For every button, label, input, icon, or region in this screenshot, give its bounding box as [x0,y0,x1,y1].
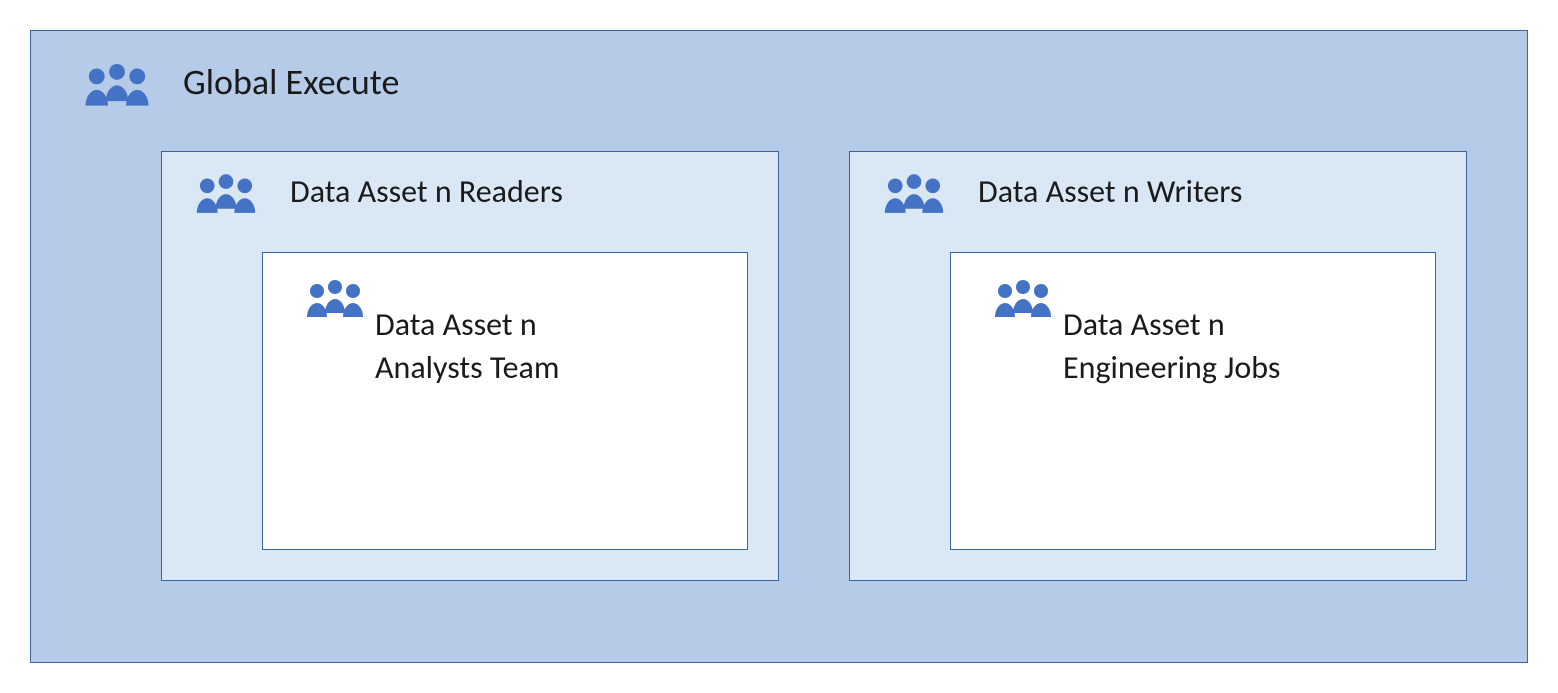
people-icon [303,273,367,319]
people-icon [81,56,153,108]
mid-row: Data Asset n Readers Data Asset n Analys… [161,151,1467,581]
people-icon [192,167,260,215]
readers-header: Data Asset n Readers [192,167,563,215]
readers-group-box: Data Asset n Readers Data Asset n Analys… [161,151,779,581]
writers-group-box: Data Asset n Writers Data Asset n Engine… [849,151,1467,581]
readers-title: Data Asset n Readers [290,172,563,211]
analysts-team-box: Data Asset n Analysts Team [262,252,748,550]
engineering-jobs-box: Data Asset n Engineering Jobs [950,252,1436,550]
engineering-jobs-label: Data Asset n Engineering Jobs [1063,273,1280,389]
outer-header: Global Execute [81,56,399,108]
writers-header: Data Asset n Writers [880,167,1242,215]
outer-group-box: Global Execute Data Asset n Readers Data… [30,30,1528,663]
writers-title: Data Asset n Writers [978,172,1242,211]
people-icon [880,167,948,215]
analysts-team-label: Data Asset n Analysts Team [375,273,559,389]
outer-title: Global Execute [183,60,399,104]
people-icon [991,273,1055,319]
